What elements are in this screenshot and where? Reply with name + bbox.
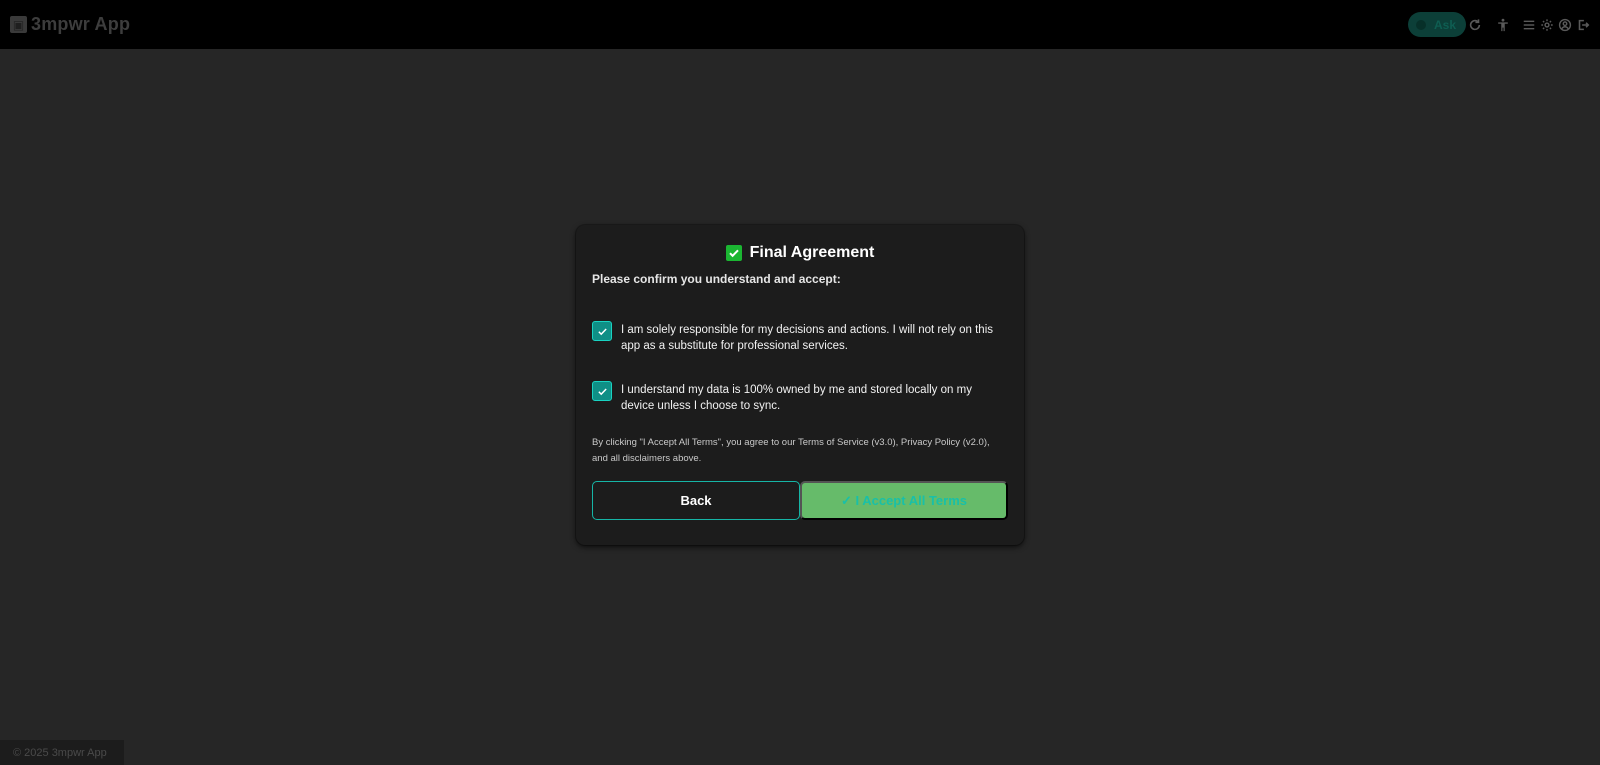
settings-icon[interactable] bbox=[1538, 16, 1556, 34]
final-agreement-dialog: Final Agreement Please confirm you under… bbox=[576, 225, 1024, 545]
dialog-title: Final Agreement bbox=[592, 243, 1008, 263]
dialog-title-text: Final Agreement bbox=[749, 244, 875, 261]
ask-label: Ask bbox=[1433, 17, 1456, 32]
back-button[interactable]: Back bbox=[592, 481, 800, 520]
ask-button[interactable]: Ask bbox=[1407, 12, 1466, 37]
menu-icon[interactable] bbox=[1520, 16, 1538, 34]
data-ownership-text[interactable]: I understand my data is 100% owned by me… bbox=[621, 382, 1008, 414]
dialog-subtitle: Please confirm you understand and accept… bbox=[592, 272, 841, 286]
footer-copyright: © 2025 3mpwr App bbox=[0, 740, 124, 765]
user-icon[interactable] bbox=[1556, 16, 1574, 34]
agreement-item-data-ownership: I understand my data is 100% owned by me… bbox=[592, 381, 1008, 414]
app-title: 3mpwr App bbox=[31, 14, 131, 34]
refresh-icon[interactable] bbox=[1466, 16, 1484, 34]
responsibility-text[interactable]: I am solely responsible for my decisions… bbox=[621, 322, 1008, 354]
top-actions: Ask bbox=[1407, 0, 1592, 49]
responsibility-checkbox[interactable] bbox=[592, 321, 612, 341]
brand[interactable]: ▣ 3mpwr App bbox=[10, 14, 130, 35]
agreement-item-responsibility: I am solely responsible for my decisions… bbox=[592, 321, 1008, 354]
legal-notice: By clicking "I Accept All Terms", you ag… bbox=[592, 437, 990, 464]
chat-bubble-icon bbox=[1415, 19, 1426, 30]
dialog-actions: Back ✓ I Accept All Terms bbox=[592, 481, 1008, 520]
logout-icon[interactable] bbox=[1574, 16, 1592, 34]
top-bar: ▣ 3mpwr App Ask bbox=[0, 0, 1600, 49]
accept-all-terms-button[interactable]: ✓ I Accept All Terms bbox=[800, 481, 1008, 520]
data-ownership-checkbox[interactable] bbox=[592, 381, 612, 401]
accessibility-icon[interactable] bbox=[1494, 16, 1512, 34]
app-logo-icon: ▣ bbox=[10, 16, 27, 33]
check-mark-icon bbox=[725, 245, 742, 261]
